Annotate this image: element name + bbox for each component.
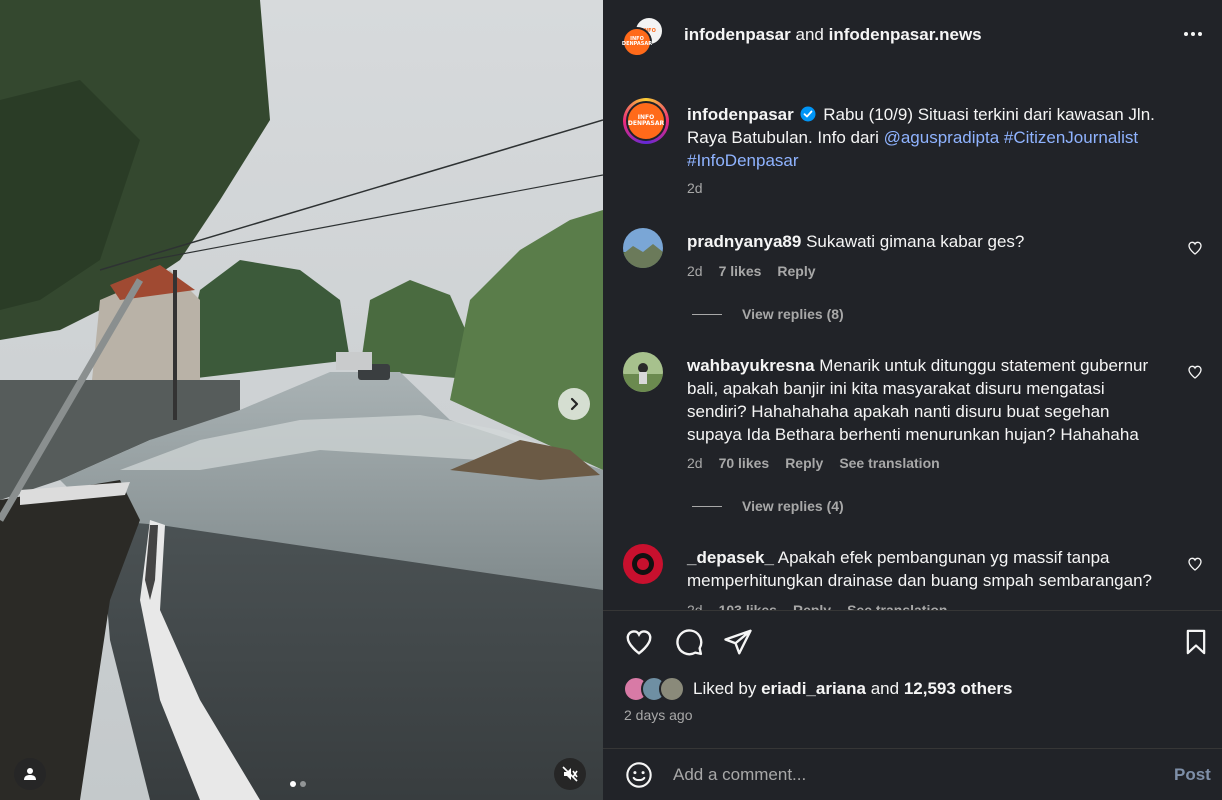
verified-badge-icon bbox=[800, 106, 816, 122]
heart-icon[interactable] bbox=[1187, 364, 1203, 380]
mute-toggle-button[interactable] bbox=[554, 758, 586, 790]
avatar-image bbox=[623, 544, 663, 584]
share-button[interactable] bbox=[722, 626, 754, 658]
comment-time[interactable]: 2d bbox=[687, 263, 703, 279]
bookmark-icon bbox=[1186, 629, 1206, 655]
reply-button[interactable]: Reply bbox=[777, 263, 815, 279]
comment-item: _depasek_ Apakah efek pembangunan yg mas… bbox=[623, 544, 1213, 610]
avatar-image bbox=[623, 352, 663, 392]
save-button[interactable] bbox=[1180, 626, 1212, 658]
carousel-dot-active bbox=[290, 781, 296, 787]
comment-input[interactable] bbox=[673, 763, 1153, 787]
heart-icon[interactable] bbox=[1187, 556, 1203, 572]
send-icon bbox=[724, 629, 752, 655]
like-button[interactable] bbox=[623, 626, 655, 658]
comment-time[interactable]: 2d bbox=[687, 602, 703, 610]
comment-username-link[interactable]: _depasek_ bbox=[687, 548, 774, 567]
caption-username-link[interactable]: infodenpasar bbox=[687, 105, 794, 124]
comment-username-link[interactable]: wahbayukresna bbox=[687, 356, 815, 375]
chevron-right-icon bbox=[570, 397, 579, 411]
liker-avatar bbox=[659, 676, 685, 702]
comment-button[interactable] bbox=[673, 626, 705, 658]
comment-item: pradnyanya89 Sukawati gimana kabar ges? … bbox=[623, 228, 1213, 338]
view-replies-label: View replies (4) bbox=[742, 498, 844, 514]
header-account2-link[interactable]: infodenpasar.news bbox=[829, 25, 982, 44]
header-account1-link[interactable]: infodenpasar bbox=[684, 25, 791, 44]
likes-prefix: Liked by bbox=[693, 679, 757, 698]
comment-avatar[interactable] bbox=[623, 544, 663, 584]
comment-body: Sukawati gimana kabar ges? bbox=[806, 232, 1025, 251]
see-translation-button[interactable]: See translation bbox=[839, 455, 939, 471]
comment-meta: 2d 103 likes Reply See translation bbox=[687, 602, 947, 610]
caption-text: infodenpasar Rabu (10/9) Situasi terkini… bbox=[687, 103, 1163, 172]
comment-item: wahbayukresna Menarik untuk ditunggu sta… bbox=[623, 352, 1213, 532]
caption-avatar[interactable]: INFO DENPASAR bbox=[623, 98, 669, 144]
avatar-image bbox=[623, 228, 663, 268]
caption-meta: 2d bbox=[687, 180, 703, 196]
emoji-button[interactable] bbox=[623, 759, 655, 791]
comment-likes-link[interactable]: 70 likes bbox=[719, 455, 770, 471]
mention-link[interactable]: @aguspradipta bbox=[884, 128, 1000, 147]
hashtag-link[interactable]: #InfoDenpasar bbox=[687, 151, 799, 170]
likes-joiner: and bbox=[870, 679, 900, 698]
see-translation-button[interactable]: See translation bbox=[847, 602, 947, 610]
likes-others-link[interactable]: 12,593 others bbox=[904, 679, 1013, 698]
view-replies-label: View replies (8) bbox=[742, 306, 844, 322]
avatar-infodenpasar[interactable]: INFO DENPASAR bbox=[622, 27, 652, 57]
post-header: INFO INFO DENPASAR infodenpasar and info… bbox=[603, 0, 1222, 70]
comment-icon bbox=[676, 629, 703, 656]
heart-icon[interactable] bbox=[1187, 240, 1203, 256]
carousel-indicator bbox=[290, 781, 306, 787]
comment-meta: 2d 70 likes Reply See translation bbox=[687, 455, 940, 471]
more-options-button[interactable] bbox=[1181, 24, 1205, 44]
liker-username-link[interactable]: eriadi_ariana bbox=[761, 679, 866, 698]
comment-username-link[interactable]: pradnyanya89 bbox=[687, 232, 801, 251]
post-media[interactable] bbox=[0, 0, 603, 800]
add-comment-form: Post bbox=[603, 749, 1222, 800]
comment-likes-link[interactable]: 7 likes bbox=[719, 263, 762, 279]
view-replies-button[interactable]: View replies (4) bbox=[692, 498, 844, 514]
hashtag-link[interactable]: #CitizenJournalist bbox=[1004, 128, 1138, 147]
comment-meta: 2d 7 likes Reply bbox=[687, 263, 816, 279]
header-joiner: and bbox=[795, 25, 824, 44]
reply-button[interactable]: Reply bbox=[793, 602, 831, 610]
emoji-icon bbox=[626, 762, 652, 788]
caption-time[interactable]: 2d bbox=[687, 180, 703, 196]
comment-text: wahbayukresna Menarik untuk ditunggu sta… bbox=[687, 354, 1163, 446]
replies-divider-line bbox=[692, 313, 722, 315]
post-details-panel: INFO INFO DENPASAR infodenpasar and info… bbox=[603, 0, 1222, 800]
more-options-icon bbox=[1184, 32, 1188, 36]
flooded-road-photo bbox=[0, 0, 603, 800]
action-bar bbox=[603, 622, 1222, 662]
user-tag-icon bbox=[24, 768, 36, 780]
likes-summary[interactable]: Liked by eriadi_ariana and 12,593 others bbox=[623, 676, 1013, 702]
comment-text: pradnyanya89 Sukawati gimana kabar ges? bbox=[687, 230, 1163, 253]
comment-likes-link[interactable]: 103 likes bbox=[719, 602, 777, 610]
reply-button[interactable]: Reply bbox=[785, 455, 823, 471]
post-date[interactable]: 2 days ago bbox=[624, 707, 693, 723]
carousel-dot bbox=[300, 781, 306, 787]
collab-avatars[interactable]: INFO INFO DENPASAR bbox=[622, 16, 666, 60]
speaker-muted-icon bbox=[562, 766, 578, 782]
comments-list[interactable]: INFO DENPASAR infodenpasar Rabu (10/9) S… bbox=[603, 70, 1222, 610]
heart-icon bbox=[626, 630, 652, 655]
replies-divider-line bbox=[692, 505, 722, 507]
comment-time[interactable]: 2d bbox=[687, 455, 703, 471]
comment-avatar[interactable] bbox=[623, 352, 663, 392]
tagged-users-button[interactable] bbox=[14, 758, 46, 790]
header-title: infodenpasar and infodenpasar.news bbox=[684, 25, 982, 45]
section-divider bbox=[603, 610, 1222, 611]
comment-text: _depasek_ Apakah efek pembangunan yg mas… bbox=[687, 546, 1163, 592]
logo-text-line2: DENPASAR bbox=[621, 41, 653, 47]
likes-text: Liked by eriadi_ariana and 12,593 others bbox=[693, 679, 1013, 699]
next-slide-button[interactable] bbox=[558, 388, 590, 420]
post-comment-button[interactable]: Post bbox=[1174, 765, 1211, 785]
comment-avatar[interactable] bbox=[623, 228, 663, 268]
logo-text-line2: DENPASAR bbox=[627, 120, 665, 127]
caption-row: INFO DENPASAR infodenpasar Rabu (10/9) S… bbox=[623, 98, 1213, 208]
view-replies-button[interactable]: View replies (8) bbox=[692, 306, 844, 322]
